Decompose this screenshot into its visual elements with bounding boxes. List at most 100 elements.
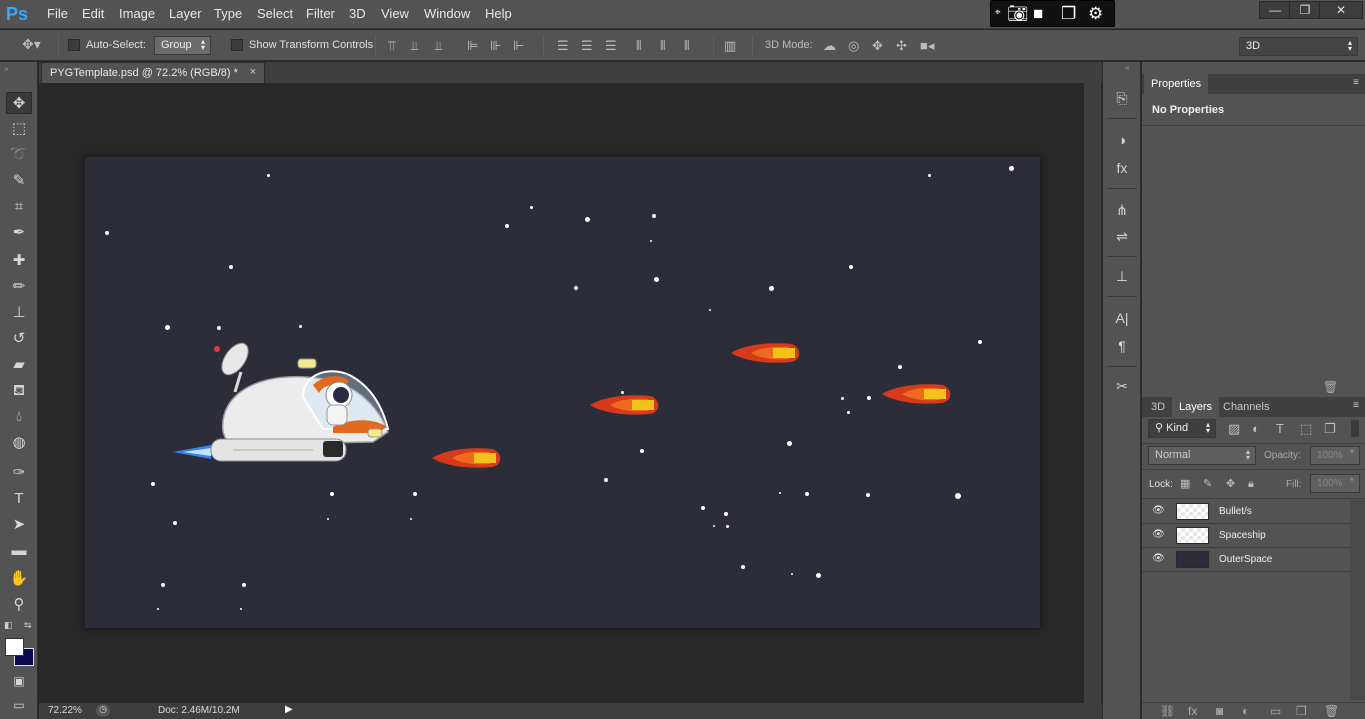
visibility-eye-icon[interactable]: 👁︎ (1152, 553, 1165, 565)
menu-select[interactable]: Select (257, 6, 293, 21)
lock-position-icon[interactable]: ✥ (1226, 477, 1235, 492)
bullet-graphic[interactable] (731, 342, 803, 364)
menu-help[interactable]: Help (485, 6, 512, 21)
lock-all-icon[interactable]: 🔒︎ (1248, 477, 1254, 492)
paint-bucket-icon[interactable]: ⛾ (6, 380, 32, 402)
align-bottom-icon[interactable]: ⫫ (435, 38, 442, 53)
layer-row-bullets[interactable]: 👁︎ Bullet/s (1142, 500, 1350, 524)
character-panel-icon[interactable]: A| (1111, 308, 1133, 328)
orbit-3d-icon[interactable]: ☁ (823, 38, 836, 53)
menu-view[interactable]: View (381, 6, 409, 21)
visibility-eye-icon[interactable]: 👁︎ (1152, 529, 1165, 541)
styles-panel-icon[interactable]: fx (1111, 158, 1133, 178)
new-adjustment-icon[interactable]: ◐ (1242, 704, 1249, 718)
dodge-icon[interactable]: ◍ (6, 432, 32, 454)
move-icon[interactable]: ✥ (6, 92, 32, 114)
distribute-top-icon[interactable]: ☰ (557, 38, 569, 53)
add-mask-icon[interactable]: ◙ (1216, 704, 1223, 718)
brush-icon[interactable]: ✏ (6, 276, 32, 298)
blur-icon[interactable]: 💧︎ (6, 406, 32, 428)
pan-3d-icon[interactable]: ✥ (872, 38, 883, 53)
swap-colors-icon[interactable]: ⇆ (24, 620, 32, 631)
crop-icon[interactable]: ⌗ (6, 196, 32, 218)
visibility-eye-icon[interactable]: 👁︎ (1152, 505, 1165, 517)
align-top-icon[interactable]: ⫪ (388, 38, 395, 53)
auto-select-dropdown[interactable]: Group ▴ ▾ (154, 36, 211, 55)
slide-3d-icon[interactable]: ✣ (896, 38, 907, 53)
tab-layers[interactable]: Layers (1172, 397, 1220, 417)
tool-presets-icon[interactable]: ✂ (1111, 376, 1133, 396)
align-hcenter-icon[interactable]: ⊪ (490, 38, 501, 53)
roll-3d-icon[interactable]: ◎ (848, 38, 859, 53)
filter-adjustment-icon[interactable]: ◐ (1252, 421, 1260, 436)
new-group-icon[interactable]: ▭ (1270, 704, 1281, 718)
auto-align-icon[interactable]: ▥ (724, 38, 736, 53)
filter-smart-object-icon[interactable]: ❐ (1324, 421, 1336, 436)
healing-icon[interactable]: ✚ (6, 250, 32, 272)
path-select-icon[interactable]: ➤ (6, 514, 32, 536)
foreground-color-swatch[interactable] (5, 638, 24, 656)
settings-gear-icon[interactable]: ⚙ (1088, 4, 1103, 24)
close-button[interactable]: ✕ (1319, 1, 1363, 19)
align-left-icon[interactable]: ⊫ (467, 38, 478, 53)
bullet-graphic[interactable] (590, 394, 662, 416)
filter-type-icon[interactable]: T (1276, 421, 1284, 436)
distribute-left-icon[interactable]: ⫴ (636, 38, 641, 53)
close-tab-icon[interactable]: × (250, 66, 256, 78)
camera-icon[interactable]: 📷︎ (1007, 4, 1029, 24)
distribute-right-icon[interactable]: ⫴ (684, 38, 689, 53)
show-transform-checkbox[interactable] (231, 39, 243, 51)
vertical-scrollbar[interactable] (1084, 83, 1101, 703)
menu-image[interactable]: Image (119, 6, 155, 21)
trash-icon[interactable]: 🗑︎ (1323, 380, 1338, 394)
rectangle-icon[interactable]: ▬ (6, 540, 32, 562)
blend-mode-dropdown[interactable]: Normal ▴ ▾ (1148, 446, 1256, 465)
menu-layer[interactable]: Layer (169, 6, 202, 21)
brushes-panel-icon[interactable]: ⋔ (1111, 200, 1133, 220)
menu-filter[interactable]: Filter (306, 6, 335, 21)
scale-3d-icon[interactable]: ■◂ (920, 38, 934, 53)
layer-row-outerspace[interactable]: 👁︎ OuterSpace (1142, 548, 1350, 572)
adjustments-panel-icon[interactable]: ◑ (1111, 130, 1133, 150)
layers-scrollbar[interactable] (1350, 500, 1365, 700)
paragraph-panel-icon[interactable]: ¶ (1111, 336, 1133, 356)
history-panel-icon[interactable]: ⎘ (1111, 88, 1133, 108)
quick-select-icon[interactable]: ✎ (6, 170, 32, 192)
document-tab[interactable]: PYGTemplate.psd @ 72.2% (RGB/8) * × (41, 62, 265, 83)
opacity-field[interactable]: 100% ▾ (1310, 446, 1360, 465)
quick-mask-icon[interactable]: ▣ (6, 670, 32, 692)
panel-menu-icon[interactable]: ≡ (1353, 77, 1359, 88)
filter-kind-dropdown[interactable]: ⚲ Kind ▴ ▾ (1148, 419, 1216, 438)
history-brush-icon[interactable]: ↺ (6, 328, 32, 350)
layer-row-spaceship[interactable]: 👁︎ Spaceship (1142, 524, 1350, 548)
bullet-graphic[interactable] (432, 447, 504, 469)
window-capture-icon[interactable]: ❐ (1061, 4, 1076, 24)
link-layers-icon[interactable]: ⛓ (1160, 704, 1175, 718)
restore-button[interactable]: ❐ (1289, 1, 1321, 19)
stamp-icon[interactable]: ⊥ (6, 302, 32, 324)
collapse-dock-icon[interactable]: « (1125, 63, 1129, 72)
default-colors-icon[interactable]: ◧ (4, 620, 13, 631)
filter-shape-icon[interactable]: ⬚ (1300, 421, 1312, 436)
align-right-icon[interactable]: ⊩ (513, 38, 524, 53)
new-layer-icon[interactable]: ❐ (1296, 704, 1307, 718)
align-vcenter-icon[interactable]: ⫫ (411, 38, 418, 53)
move-tool-preset-icon[interactable]: ✥▾ (22, 37, 41, 52)
fx-icon[interactable]: fx (1188, 704, 1197, 718)
status-info-icon[interactable]: ◷ (96, 704, 110, 717)
clone-source-icon[interactable]: ⊥ (1111, 266, 1133, 286)
hand-icon[interactable]: ✋ (6, 568, 32, 590)
artboard-outer-space[interactable] (85, 157, 1040, 628)
video-icon[interactable]: ■ (1033, 4, 1043, 24)
menu-edit[interactable]: Edit (82, 6, 104, 21)
menu-window[interactable]: Window (424, 6, 470, 21)
filter-pixel-icon[interactable]: ▨ (1228, 421, 1240, 436)
zoom-level[interactable]: 72.22% (48, 705, 82, 716)
menu-3d[interactable]: 3D (349, 6, 366, 21)
distribute-vcenter-icon[interactable]: ☰ (581, 38, 593, 53)
distribute-bottom-icon[interactable]: ☰ (605, 38, 617, 53)
eyedropper-icon[interactable]: ✒ (6, 222, 32, 244)
status-menu-arrow-icon[interactable]: ▶ (285, 704, 293, 715)
type-icon[interactable]: T (6, 488, 32, 510)
menu-file[interactable]: File (47, 6, 68, 21)
